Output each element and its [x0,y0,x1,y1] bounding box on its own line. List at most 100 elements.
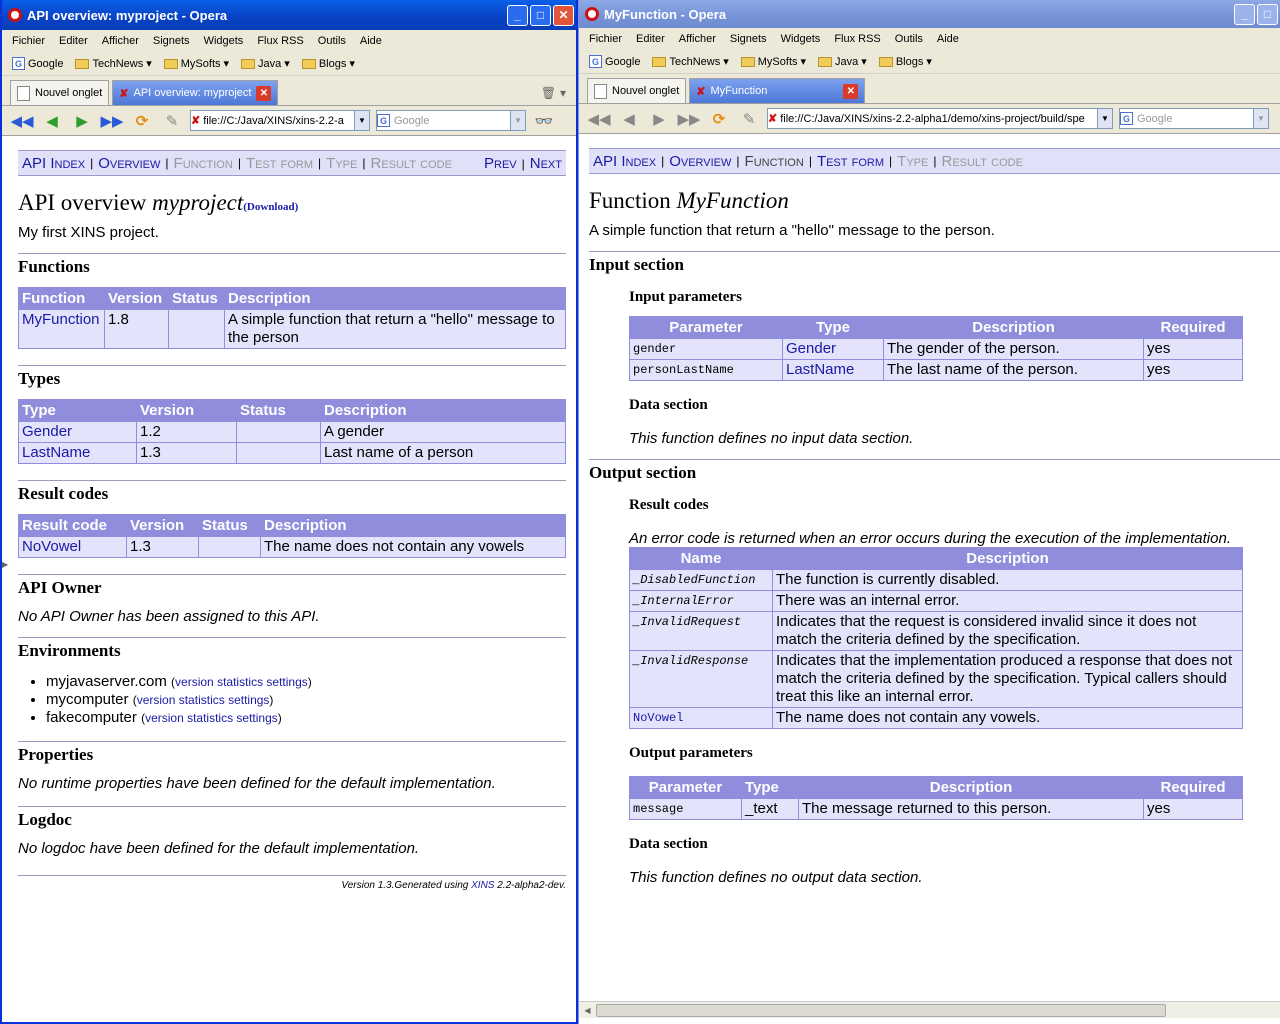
chevron-down-icon[interactable]: ▼ [354,111,369,130]
close-tab-icon[interactable]: ✕ [256,85,272,101]
minimize-button[interactable]: _ [507,4,528,26]
env-links[interactable]: version statistics settings [145,711,278,725]
forward-icon[interactable]: ▶ [70,110,94,132]
edit-icon[interactable]: ✎ [737,108,761,130]
xins-link[interactable]: XINS [471,880,494,891]
close-button[interactable]: ✕ [553,4,574,26]
nav-next[interactable]: Next [530,155,562,172]
menu-signets[interactable]: Signets [153,35,190,47]
chevron-down-icon[interactable]: ▼ [510,111,525,130]
result-code-link[interactable]: NoVowel [22,538,81,555]
forward-icon[interactable]: ▶ [647,108,671,130]
nav-result-code: Result code [370,154,452,172]
col-header: Parameter [629,776,742,799]
close-tab-icon[interactable]: ✕ [843,83,859,99]
title-name: myproject [152,190,244,215]
nav-api-index[interactable]: API Index [22,155,85,172]
col-header: Function [18,287,105,310]
nav-overview[interactable]: Overview [98,155,160,172]
tab-new[interactable]: Nouvel onglet [10,80,110,105]
side-panel-grip-icon[interactable]: ▶ [2,560,8,570]
menu-outils[interactable]: Outils [318,35,346,47]
tab-api-overview[interactable]: ✘ API overview: myproject ✕ [112,80,279,105]
section-api-owner: API Owner [18,574,566,598]
menu-fichier[interactable]: Fichier [12,35,45,47]
nav-overview[interactable]: Overview [669,153,731,170]
menu-widgets[interactable]: Widgets [781,33,821,45]
maximize-button[interactable]: □ [1257,3,1278,25]
table-cell: The last name of the person. [883,359,1144,381]
table-cell: 1.3 [126,536,199,558]
bookmark-java[interactable]: Java ▾ [241,57,290,70]
menu-afficher[interactable]: Afficher [102,35,139,47]
menu-signets[interactable]: Signets [730,33,767,45]
nav-api-index[interactable]: API Index [593,153,656,170]
rewind-icon[interactable]: ◀◀ [587,108,611,130]
nav-test-form[interactable]: Test form [817,153,884,170]
reload-icon[interactable]: ⟳ [130,110,154,132]
types-table: Type Version Status Description Gender 1.2 A … [18,399,566,464]
address-field[interactable]: ✘ file://C:/Java/XINS/xins-2.2-alpha1/dem… [767,108,1113,129]
trash-icon[interactable]: 🗑 ▾ [541,86,566,100]
tab-myfunction[interactable]: ✘ MyFunction ✕ [689,78,866,103]
bookmark-google[interactable]: G Google [589,55,640,68]
opera-logo-icon [585,7,599,21]
horizontal-scrollbar[interactable]: ◀ [579,1001,1280,1018]
type-link[interactable]: Gender [786,340,836,357]
fast-forward-icon[interactable]: ▶▶ [677,108,701,130]
title-bar[interactable]: MyFunction - Opera _ □ [579,0,1280,28]
menu-aide[interactable]: Aide [360,35,382,47]
menu-outils[interactable]: Outils [895,33,923,45]
menu-flux-rss[interactable]: Flux RSS [834,33,880,45]
back-icon[interactable]: ◀ [40,110,64,132]
scroll-left-icon[interactable]: ◀ [579,1002,596,1019]
reload-icon[interactable]: ⟳ [707,108,731,130]
table-row: Gender 1.2 A gender [18,421,566,443]
back-icon[interactable]: ◀ [617,108,641,130]
search-field[interactable]: G Google ▼ [376,110,526,131]
type-link[interactable]: LastName [786,361,854,378]
env-links[interactable]: version statistics settings [137,693,270,707]
menu-fichier[interactable]: Fichier [589,33,622,45]
tab-new[interactable]: Nouvel onglet [587,78,687,103]
function-link[interactable]: MyFunction [22,311,100,328]
nav-prev[interactable]: Prev [484,155,517,172]
env-links[interactable]: version statistics settings [175,675,308,689]
page-content: API Index | Overview | Function | Test form… [2,150,576,891]
bookmark-google[interactable]: G Google [12,57,63,70]
chevron-down-icon[interactable]: ▼ [1097,109,1112,128]
rewind-icon[interactable]: ◀◀ [10,110,34,132]
bookmark-blogs[interactable]: Blogs ▾ [301,57,355,70]
xins-icon: ✘ [191,115,201,127]
type-link[interactable]: Gender [22,423,72,440]
maximize-button[interactable]: □ [530,4,551,26]
search-field[interactable]: G Google ▼ [1119,108,1269,129]
bookmark-java[interactable]: Java ▾ [818,55,867,68]
search-placeholder: Google [394,114,430,127]
fast-forward-icon[interactable]: ▶▶ [100,110,124,132]
tab-label: Nouvel onglet [612,85,680,97]
doc-nav-strip: API Index | Overview | Function | Test form… [18,150,566,176]
bookmark-technews[interactable]: TechNews ▾ [75,57,152,70]
menu-aide[interactable]: Aide [937,33,959,45]
menu-editer[interactable]: Editer [636,33,665,45]
zoom-glasses-icon[interactable]: 👓 [532,110,556,132]
bookmark-blogs[interactable]: Blogs ▾ [878,55,932,68]
bookmark-mysofts[interactable]: MySofts ▾ [163,57,229,70]
menu-afficher[interactable]: Afficher [679,33,716,45]
edit-icon[interactable]: ✎ [160,110,184,132]
folder-icon [241,58,256,69]
menu-widgets[interactable]: Widgets [204,35,244,47]
download-link[interactable]: (Download) [243,201,298,213]
menu-editer[interactable]: Editer [59,35,88,47]
bookmark-mysofts[interactable]: MySofts ▾ [740,55,806,68]
menu-flux-rss[interactable]: Flux RSS [257,35,303,47]
scroll-thumb[interactable] [596,1003,1166,1017]
type-link[interactable]: LastName [22,444,90,461]
title-bar[interactable]: API overview: myproject - Opera _ □ ✕ [2,0,576,30]
result-code-link[interactable]: NoVowel [633,711,683,725]
address-field[interactable]: ✘ file://C:/Java/XINS/xins-2.2-a ▼ [190,110,370,131]
chevron-down-icon[interactable]: ▼ [1253,109,1268,128]
minimize-button[interactable]: _ [1234,3,1255,25]
bookmark-technews[interactable]: TechNews ▾ [652,55,729,68]
